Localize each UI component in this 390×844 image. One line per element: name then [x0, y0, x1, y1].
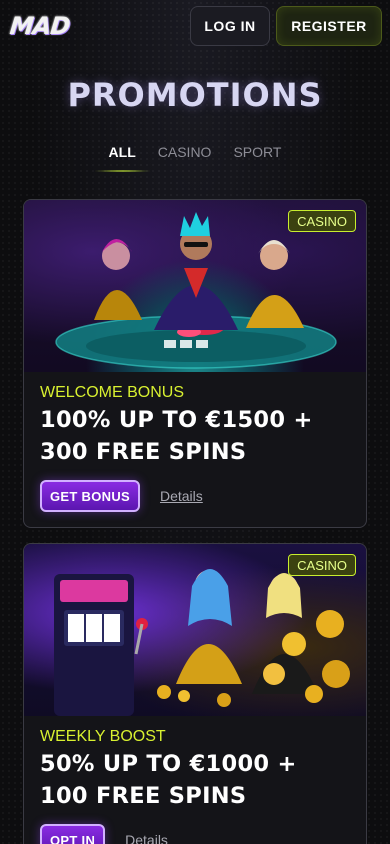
category-badge: CASINO: [288, 210, 356, 232]
promo-card-weekly-boost[interactable]: CASINO WEEKLY BOOST 50% UP TO €1000 + 10…: [23, 543, 367, 844]
promo-label: WELCOME BONUS: [40, 384, 185, 401]
tab-casino[interactable]: CASINO: [158, 144, 212, 172]
details-link[interactable]: Details: [160, 488, 203, 504]
opt-in-button[interactable]: OPT IN: [40, 824, 106, 844]
login-button[interactable]: LOG IN: [190, 6, 270, 46]
promo-headline: 100% UP TO €1500 + 300 FREE SPINS: [40, 407, 313, 465]
promo-label: WEEKLY BOOST: [40, 728, 166, 745]
slot-machine-image: CASINO: [24, 544, 366, 716]
tab-all[interactable]: ALL: [94, 144, 151, 172]
promo-category-tabs: ALL CASINO SPORT: [0, 144, 390, 172]
details-link[interactable]: Details: [125, 832, 168, 844]
page-title: PROMOTIONS: [67, 76, 323, 114]
promo-card-body: WEEKLY BOOST 50% UP TO €1000 + 100 FREE …: [24, 716, 366, 844]
get-bonus-button[interactable]: GET BONUS: [40, 480, 140, 512]
promo-actions: GET BONUS Details: [40, 480, 350, 512]
register-button[interactable]: REGISTER: [276, 6, 382, 46]
category-badge: CASINO: [288, 554, 356, 576]
top-bar: MAD LOG IN REGISTER: [0, 0, 390, 52]
promotions-page: MAD LOG IN REGISTER PROMOTIONS ALL CASIN…: [0, 0, 390, 844]
promo-headline: 50% UP TO €1000 + 100 FREE SPINS: [40, 751, 297, 809]
promo-card-body: WELCOME BONUS 100% UP TO €1500 + 300 FRE…: [24, 372, 366, 512]
brand-logo[interactable]: MAD: [9, 12, 71, 40]
auth-buttons: LOG IN REGISTER: [190, 6, 382, 46]
tab-sport[interactable]: SPORT: [233, 144, 281, 172]
promo-card-welcome-bonus[interactable]: CASINO WELCOME BONUS 100% UP TO €1500 + …: [23, 199, 367, 528]
promo-actions: OPT IN Details: [40, 824, 350, 844]
poker-table-image: CASINO: [24, 200, 366, 372]
